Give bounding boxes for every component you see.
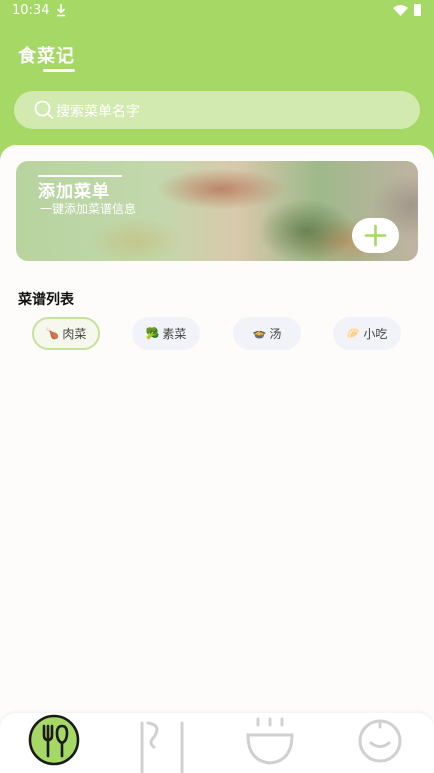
broccoli-icon: 🥦 (145, 327, 160, 340)
category-chip-vegetable[interactable]: 🥦 素菜 (132, 317, 200, 350)
status-time: 10:34 (12, 3, 50, 18)
bottom-tab-bar (0, 713, 434, 773)
add-menu-banner[interactable]: 添加菜单 一键添加菜谱信息 (16, 161, 418, 261)
drumstick-icon: 🍗 (45, 327, 60, 340)
search-icon (34, 100, 54, 120)
tab-bowl[interactable] (216, 713, 324, 773)
soup-pot-icon: 🍲 (252, 327, 267, 340)
add-menu-button[interactable] (352, 218, 399, 253)
tab-recipes[interactable] (0, 713, 108, 773)
category-chip-snack[interactable]: 🥟 小吃 (333, 317, 401, 350)
tab-menu[interactable] (108, 713, 216, 773)
recipe-list-title: 菜谱列表 (18, 292, 74, 308)
download-icon (56, 4, 66, 17)
plus-icon (364, 224, 387, 247)
search-placeholder: 搜索菜单名字 (56, 104, 140, 120)
chip-label: 小吃 (363, 327, 388, 341)
banner-subtitle: 一键添加菜谱信息 (40, 202, 137, 216)
category-chip-meat[interactable]: 🍗 肉菜 (32, 317, 100, 350)
category-chip-soup[interactable]: 🍲 汤 (233, 317, 301, 350)
chip-label: 汤 (269, 327, 282, 341)
chip-label: 素菜 (162, 327, 187, 341)
bowl-icon (246, 717, 294, 765)
title-underline (43, 69, 75, 72)
menu-book-icon (140, 721, 184, 773)
profile-icon (358, 719, 402, 763)
chip-label: 肉菜 (62, 327, 87, 341)
dumpling-icon: 🥟 (346, 327, 361, 340)
tab-profile[interactable] (324, 713, 432, 773)
fork-knife-icon (28, 714, 80, 766)
status-bar: 10:34 (0, 0, 434, 24)
search-bar[interactable]: 搜索菜单名字 (14, 91, 420, 129)
wifi-icon (393, 5, 408, 16)
battery-icon (414, 4, 421, 16)
app-title: 食菜记 (18, 46, 75, 67)
banner-title: 添加菜单 (38, 182, 110, 202)
